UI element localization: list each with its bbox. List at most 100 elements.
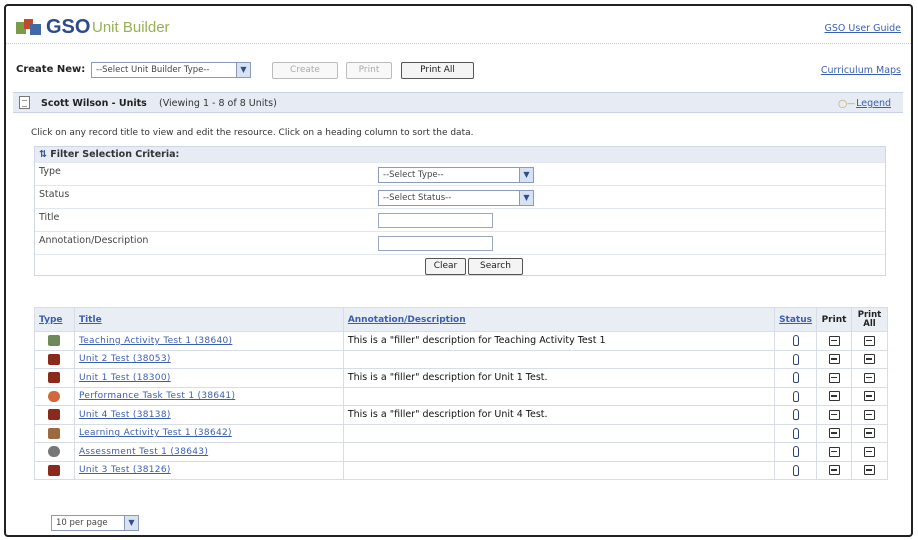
status-select[interactable]: --Select Status-- ▼ [378,190,534,206]
print-all-icon[interactable] [864,409,875,420]
status-select-value: --Select Status-- [383,193,452,203]
status-icon[interactable] [792,372,799,384]
title-input[interactable] [378,213,493,228]
record-title-link[interactable]: Learning Activity Test 1 (38642) [79,428,232,438]
col-type[interactable]: Type [34,307,75,332]
chevron-down-icon: ▼ [519,191,533,205]
status-cell [774,349,818,369]
logo-icon [16,19,41,35]
print-all-icon[interactable] [864,372,875,383]
col-title[interactable]: Title [73,307,344,332]
print-icon[interactable] [828,465,840,475]
filter-header[interactable]: ⇅ Filter Selection Criteria: [35,147,885,162]
legend-toggle[interactable]: ◯—Legend [838,98,891,109]
print-icon[interactable] [828,354,840,364]
print-all-icon[interactable] [864,446,875,457]
record-title-link[interactable]: Unit 4 Test (38138) [79,410,171,420]
print-all-icon[interactable] [864,335,875,346]
unit-builder-type-value: --Select Unit Builder Type-- [96,65,210,75]
type-cell [34,423,75,443]
record-title-link[interactable]: Unit 3 Test (38126) [79,465,171,475]
print-icon[interactable] [828,335,840,346]
curriculum-maps-link[interactable]: Curriculum Maps [821,65,901,76]
title-cell: Unit 1 Test (18300) [73,368,344,388]
table-row: Performance Task Test 1 (38641) [34,386,888,406]
print-cell [816,423,852,443]
filter-label-annotation: Annotation/Description [39,235,149,246]
filter-row-title: Title [35,208,885,231]
app-frame: GSO Unit Builder GSO User Guide Create N… [4,4,913,537]
print-all-icon[interactable] [864,354,875,364]
status-icon[interactable] [792,427,799,439]
status-cell [774,386,818,406]
create-new-label: Create New: [16,64,86,75]
filter-actions-row: Clear Search [35,254,885,276]
print-all-cell [851,405,888,425]
record-title-link[interactable]: Unit 1 Test (18300) [79,373,171,383]
assessment-icon [48,446,61,458]
col-description[interactable]: Annotation/Description [342,307,776,332]
record-title-link[interactable]: Assessment Test 1 (38643) [79,447,208,457]
description-cell: This is a "filler" description for Teach… [342,331,776,351]
status-cell [774,368,818,388]
user-guide-link[interactable]: GSO User Guide [825,23,901,34]
col-status[interactable]: Status [774,307,818,332]
print-icon[interactable] [828,428,840,438]
print-button[interactable]: Print [346,62,392,79]
print-icon[interactable] [828,446,840,457]
print-icon[interactable] [828,372,840,383]
type-cell [34,405,75,425]
print-all-icon[interactable] [864,465,875,475]
print-all-button[interactable]: Print All [401,62,474,79]
record-title-link[interactable]: Performance Task Test 1 (38641) [79,391,235,401]
print-all-cell [851,442,888,462]
table-row: Unit 4 Test (38138) This is a "filler" de… [34,405,888,425]
print-cell [816,386,852,406]
col-print-all: Print All [851,307,888,332]
status-icon[interactable] [792,353,799,365]
status-cell [774,423,818,443]
table-row: Unit 2 Test (38053) [34,349,888,369]
per-page-select[interactable]: 10 per page ▼ [51,515,139,531]
create-button[interactable]: Create [272,62,338,79]
print-all-icon[interactable] [864,391,875,401]
unit-icon [48,372,61,384]
per-page-value: 10 per page [56,518,108,528]
filter-label-title: Title [39,212,60,223]
print-cell [816,368,852,388]
filter-row-annotation: Annotation/Description [35,231,885,254]
filter-label-type: Type [39,166,61,177]
type-cell [34,386,75,406]
status-icon[interactable] [792,464,799,476]
print-icon[interactable] [828,391,840,401]
performance-task-icon [48,390,61,402]
search-button[interactable]: Search [468,258,523,275]
print-icon[interactable] [828,409,840,420]
print-all-cell [851,349,888,369]
description-cell [342,349,776,369]
description-cell: This is a "filler" description for Unit … [342,368,776,388]
legend-link[interactable]: Legend [856,98,891,109]
status-icon[interactable] [792,446,799,458]
collapse-arrow-icon: ⇅ [39,149,47,160]
filter-row-status: Status --Select Status-- ▼ [35,185,885,208]
col-print: Print [816,307,852,332]
unit-builder-type-select[interactable]: --Select Unit Builder Type-- ▼ [91,62,251,78]
title-cell: Learning Activity Test 1 (38642) [73,423,344,443]
print-all-cell [851,368,888,388]
print-all-icon[interactable] [864,428,875,438]
type-select-value: --Select Type-- [383,170,444,180]
record-title-link[interactable]: Unit 2 Test (38053) [79,354,171,364]
status-icon[interactable] [792,409,799,421]
record-title-link[interactable]: Teaching Activity Test 1 (38640) [79,336,232,346]
annotation-input[interactable] [378,236,493,251]
status-icon[interactable] [792,390,799,402]
status-cell [774,460,818,480]
description-cell [342,386,776,406]
type-select[interactable]: --Select Type-- ▼ [378,167,534,183]
table-row: Learning Activity Test 1 (38642) [34,423,888,443]
clear-button[interactable]: Clear [425,258,466,275]
status-icon[interactable] [792,335,799,347]
create-toolbar: Create New: --Select Unit Builder Type--… [6,59,911,81]
document-icon [19,96,30,109]
